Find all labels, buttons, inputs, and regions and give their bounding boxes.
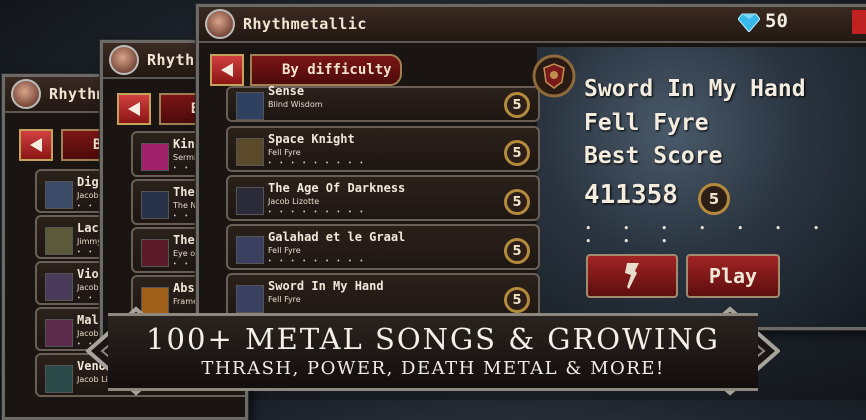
app-title: Rhythmetallic <box>243 15 367 33</box>
difficulty-badge: 5 <box>504 287 530 313</box>
detail-artist: Fell Fyre <box>584 110 709 136</box>
song-artist: Fell Fyre <box>268 148 301 157</box>
list-item[interactable]: The Age Of Darkness Jacob Lizotte • • • … <box>226 175 540 221</box>
song-artist: The N <box>173 201 197 210</box>
song-artist: Fell Fyre <box>268 246 301 255</box>
song-thumbnail <box>236 187 264 215</box>
avatar[interactable] <box>205 9 235 39</box>
song-thumbnail <box>236 285 264 313</box>
song-thumbnail <box>45 181 73 209</box>
song-thumbnail <box>45 227 73 255</box>
song-title: Space Knight <box>268 132 355 146</box>
detail-difficulty-dots: • • • • • • • • • • <box>585 222 834 248</box>
difficulty-badge: 5 <box>504 238 530 264</box>
song-artist: Sermi <box>173 153 197 162</box>
play-button[interactable]: Play <box>686 254 780 298</box>
song-artist: Fell Fyre <box>268 295 301 304</box>
difficulty-dots: • • • • • • • • • <box>268 160 367 167</box>
song-thumbnail <box>141 239 169 267</box>
difficulty-badge: 5 <box>504 189 530 215</box>
gem-count: 50 <box>765 10 788 32</box>
song-thumbnail <box>45 365 73 393</box>
song-thumbnail <box>141 143 169 171</box>
best-score-label: Best Score <box>584 143 723 169</box>
song-title: The Age Of Darkness <box>268 181 406 195</box>
crest-emblem-icon <box>532 54 576 98</box>
song-thumbnail <box>45 273 73 301</box>
song-thumbnail <box>236 236 264 264</box>
difficulty-badge: 5 <box>504 92 530 118</box>
song-title: Sense <box>268 84 305 98</box>
back-button[interactable] <box>210 54 244 86</box>
avatar[interactable] <box>11 79 41 109</box>
song-thumbnail <box>236 138 264 166</box>
song-artist: Eye of <box>173 249 198 258</box>
song-artist: Jacob Lizotte <box>268 197 320 206</box>
list-item[interactable]: Space Knight Fell Fyre • • • • • • • • •… <box>226 126 540 172</box>
tab-by-difficulty[interactable]: By difficulty <box>250 54 402 86</box>
avatar[interactable] <box>109 45 139 75</box>
banner-subheadline: THRASH, POWER, DEATH METAL & MORE! <box>201 358 665 379</box>
difficulty-badge: 5 <box>504 140 530 166</box>
best-score-value: 411358 <box>584 180 678 210</box>
list-item[interactable]: Galahad et le Graal Fell Fyre • • • • • … <box>226 224 540 270</box>
back-window-back-button[interactable] <box>19 129 53 161</box>
guitar-button[interactable] <box>586 254 678 298</box>
detail-difficulty-badge: 5 <box>698 183 730 215</box>
guitar-icon <box>625 263 639 289</box>
song-thumbnail <box>141 191 169 219</box>
back-window-title: Rhythm <box>49 85 107 103</box>
close-button[interactable] <box>852 10 866 34</box>
middle-window-back-button[interactable] <box>117 93 151 125</box>
gem-icon <box>738 13 760 32</box>
list-item[interactable]: Sense Blind Wisdom 5 <box>226 84 540 122</box>
promo-banner: 100+ METAL SONGS & GROWING THRASH, POWER… <box>108 313 758 391</box>
banner-headline: 100+ METAL SONGS & GROWING <box>146 322 720 356</box>
difficulty-dots: • • • • • • • • • <box>268 258 367 265</box>
song-title: Sword In My Hand <box>268 279 384 293</box>
song-artist: Blind Wisdom <box>268 100 323 109</box>
song-thumbnail <box>45 319 73 347</box>
detail-song-title: Sword In My Hand <box>584 76 806 102</box>
difficulty-dots: • • • • • • • • • <box>268 209 367 216</box>
song-thumbnail <box>236 92 264 120</box>
song-title: Galahad et le Graal <box>268 230 406 244</box>
song-artist: Jimmy <box>77 237 102 246</box>
